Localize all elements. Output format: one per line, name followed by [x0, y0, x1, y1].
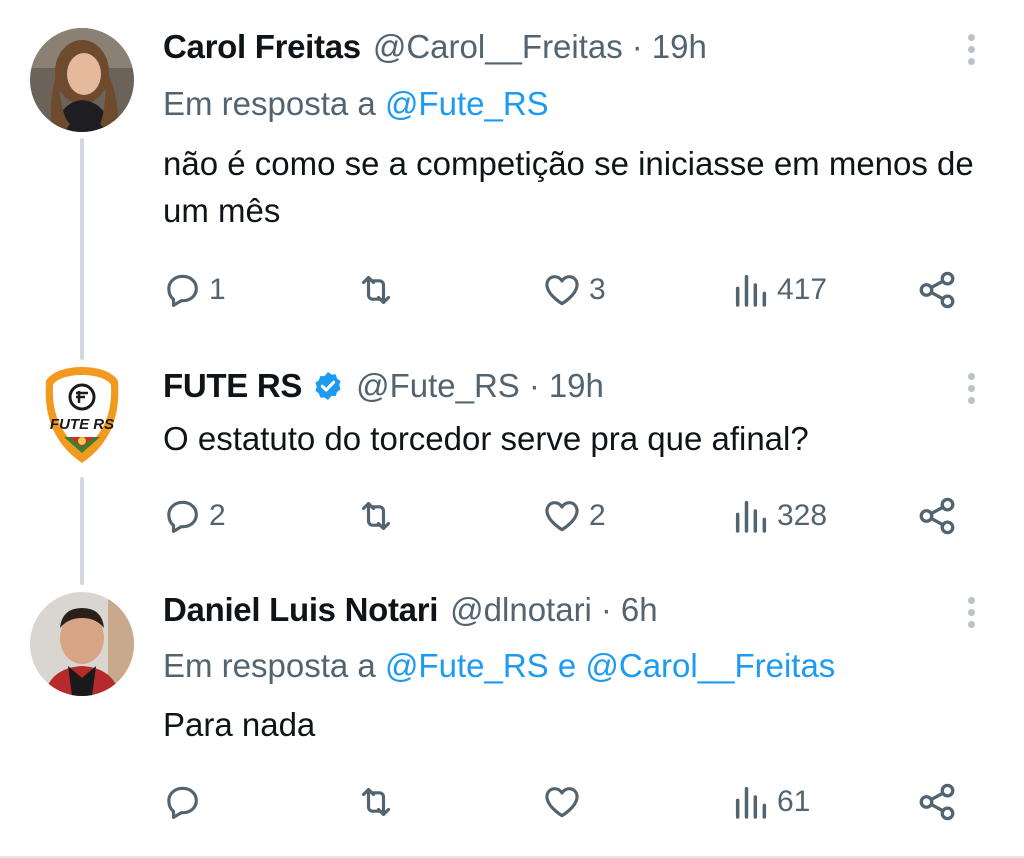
retweet-arrows-icon	[361, 501, 391, 531]
tweet-header: Daniel Luis Notari @dlnotari · 6h	[163, 585, 658, 635]
speech-bubble-icon	[167, 500, 198, 533]
bar-chart-icon	[735, 274, 767, 307]
view-count: 417	[777, 273, 828, 306]
tweet-daniel-luis-notari[interactable]: Daniel Luis Notari @dlnotari · 6h Em res…	[0, 575, 1024, 858]
action-bar: 1 3 417	[0, 268, 1024, 312]
tweet-text: Para nada	[163, 706, 316, 743]
tweet-text: O estatuto do torcedor serve pra que afi…	[163, 420, 809, 457]
like-button[interactable]	[541, 780, 589, 824]
share-nodes-icon	[919, 497, 955, 535]
retweet-button[interactable]	[355, 780, 403, 824]
separator-dot: ·	[528, 367, 540, 404]
speech-bubble-icon	[167, 274, 198, 307]
display-name[interactable]: FUTE RS	[163, 361, 302, 411]
username-handle[interactable]: @dlnotari	[450, 585, 592, 635]
share-button[interactable]	[916, 780, 958, 824]
view-count: 328	[777, 499, 828, 532]
avatar-carol-freitas[interactable]	[30, 28, 134, 132]
tweet-text: não é como se a competição se iniciasse …	[163, 145, 974, 229]
tweet-carol-freitas[interactable]: Carol Freitas @Carol__Freitas · 19h Em r…	[0, 0, 1024, 360]
share-nodes-icon	[919, 783, 955, 821]
person-photo-icon	[30, 28, 134, 132]
tweet-header: Carol Freitas @Carol__Freitas · 19h	[163, 22, 707, 72]
views-button[interactable]: 328	[731, 494, 827, 538]
retweet-arrows-icon	[361, 275, 391, 305]
reply-context: Em resposta a @Fute_RS e @Carol__Freitas	[163, 644, 835, 688]
views-button[interactable]: 417	[731, 268, 827, 312]
display-name[interactable]: Carol Freitas	[163, 22, 361, 72]
heart-icon	[545, 501, 579, 532]
bar-chart-icon	[735, 500, 767, 533]
conversation-thread: Carol Freitas @Carol__Freitas · 19h Em r…	[0, 0, 1024, 858]
mention-link[interactable]: @Fute_RS	[385, 647, 549, 684]
like-button[interactable]: 2	[541, 494, 606, 538]
reply-button[interactable]: 1	[163, 268, 226, 312]
fute-rs-shield-logo: FUTE RS	[45, 367, 119, 463]
timestamp[interactable]: 19h	[652, 22, 707, 72]
logo-text: FUTE RS	[50, 416, 114, 433]
reply-count: 1	[209, 273, 226, 306]
action-bar: 2 2 328	[0, 494, 1024, 538]
like-count: 3	[589, 273, 606, 306]
username-handle[interactable]: @Carol__Freitas	[373, 22, 623, 72]
avatar-fute-rs[interactable]: FUTE RS	[30, 361, 134, 465]
mention-link[interactable]: @Carol__Freitas	[585, 647, 835, 684]
username-handle[interactable]: @Fute_RS	[356, 361, 520, 411]
share-nodes-icon	[919, 271, 955, 309]
reply-button[interactable]	[163, 780, 209, 824]
person-photo-icon	[30, 592, 134, 696]
reply-count: 2	[209, 499, 226, 532]
display-name[interactable]: Daniel Luis Notari	[163, 585, 438, 635]
mention-joiner: e	[557, 647, 577, 684]
reply-context: Em resposta a @Fute_RS	[163, 82, 549, 126]
thread-line	[80, 138, 84, 360]
retweet-button[interactable]	[355, 268, 403, 312]
mention-link[interactable]: @Fute_RS	[385, 85, 549, 122]
reply-prefix: Em resposta a	[163, 85, 376, 122]
timestamp[interactable]: 6h	[621, 585, 658, 635]
reply-button[interactable]: 2	[163, 494, 226, 538]
view-count: 61	[777, 785, 811, 818]
heart-icon	[545, 275, 579, 306]
bar-chart-icon	[735, 786, 767, 819]
views-button[interactable]: 61	[731, 780, 810, 824]
share-button[interactable]	[916, 268, 958, 312]
action-bar: 61	[0, 780, 1024, 824]
retweet-button[interactable]	[355, 494, 403, 538]
avatar-daniel-luis-notari[interactable]	[30, 592, 134, 696]
more-options-button[interactable]	[962, 373, 980, 413]
more-options-button[interactable]	[962, 34, 980, 74]
separator-dot: ·	[631, 28, 643, 65]
like-button[interactable]: 3	[541, 268, 606, 312]
like-count: 2	[589, 499, 606, 532]
heart-icon	[545, 787, 579, 818]
timestamp[interactable]: 19h	[549, 361, 604, 411]
tweet-fute-rs[interactable]: FUTE RS FUTE RS @Fute_RS · 19h O estatut…	[0, 345, 1024, 585]
tweet-header: FUTE RS @Fute_RS · 19h	[163, 361, 604, 411]
speech-bubble-icon	[167, 786, 198, 819]
separator-dot: ·	[600, 591, 612, 628]
more-options-button[interactable]	[962, 597, 980, 637]
retweet-arrows-icon	[361, 787, 391, 817]
share-button[interactable]	[916, 494, 958, 538]
verified-badge-icon	[312, 366, 344, 400]
reply-prefix: Em resposta a	[163, 647, 376, 684]
